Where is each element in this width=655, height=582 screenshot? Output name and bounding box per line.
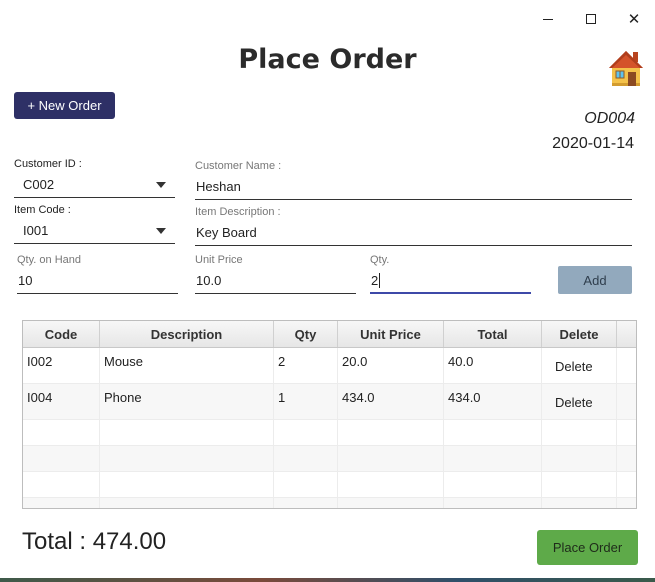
delete-row-button[interactable]: Delete <box>542 384 617 419</box>
customer-name-field[interactable]: Heshan <box>195 174 632 200</box>
customer-id-group: Customer ID : C002 <box>14 158 175 198</box>
column-header-code[interactable]: Code <box>23 321 100 347</box>
empty-table-row <box>23 472 636 498</box>
cell-code: I002 <box>23 348 100 383</box>
desktop-background-strip <box>0 578 655 582</box>
qty-on-hand-group: Qty. on Hand 10 <box>17 254 178 294</box>
place-order-button[interactable]: Place Order <box>537 530 638 565</box>
cell-description: Mouse <box>100 348 274 383</box>
item-code-value: I001 <box>23 223 49 238</box>
cell-total: 434.0 <box>444 384 542 419</box>
column-header-unit-price[interactable]: Unit Price <box>338 321 444 347</box>
new-order-button[interactable]: + New Order <box>14 92 115 119</box>
empty-table-row <box>23 446 636 472</box>
item-description-field[interactable]: Key Board <box>195 220 632 246</box>
qty-input[interactable]: 2 <box>370 268 531 294</box>
maximize-button[interactable] <box>576 8 606 30</box>
column-header-filler <box>617 321 636 347</box>
qty-on-hand-field[interactable]: 10 <box>17 268 178 294</box>
column-header-description[interactable]: Description <box>100 321 274 347</box>
house-icon[interactable] <box>607 48 645 88</box>
maximize-icon <box>586 14 596 24</box>
customer-name-value: Heshan <box>196 179 241 194</box>
page-title: Place Order <box>238 44 417 75</box>
item-code-label: Item Code : <box>14 204 71 216</box>
close-icon: ✕ <box>627 9 641 28</box>
qty-on-hand-label: Qty. on Hand <box>17 254 81 266</box>
unit-price-value: 10.0 <box>196 273 222 288</box>
unit-price-label: Unit Price <box>195 254 243 266</box>
customer-id-label: Customer ID : <box>14 158 82 170</box>
close-button[interactable]: ✕ <box>619 8 649 30</box>
order-date: 2020-01-14 <box>552 135 634 152</box>
place-order-window: ✕ Place Order + New Order OD004 2020-01-… <box>0 0 655 579</box>
table-row[interactable]: I004 Phone 1 434.0 434.0 Delete <box>23 384 636 420</box>
cell-qty: 2 <box>274 348 338 383</box>
item-code-group: Item Code : I001 <box>14 204 175 244</box>
cell-unit-price: 20.0 <box>338 348 444 383</box>
chevron-down-icon <box>156 182 166 188</box>
cell-qty: 1 <box>274 384 338 419</box>
customer-id-combo[interactable]: C002 <box>14 172 175 198</box>
customer-name-group: Customer Name : Heshan <box>195 160 632 200</box>
add-button[interactable]: Add <box>558 266 632 294</box>
empty-table-row <box>23 498 636 508</box>
text-caret <box>379 272 381 288</box>
cell-filler <box>617 384 636 419</box>
order-items-table: Code Description Qty Unit Price Total De… <box>22 320 637 509</box>
column-header-qty[interactable]: Qty <box>274 321 338 347</box>
cell-code: I004 <box>23 384 100 419</box>
table-row[interactable]: I002 Mouse 2 20.0 40.0 Delete <box>23 348 636 384</box>
qty-group: Qty. 2 <box>370 254 531 294</box>
unit-price-field[interactable]: 10.0 <box>195 268 356 294</box>
order-total: Total : 474.00 <box>22 528 167 555</box>
item-description-group: Item Description : Key Board <box>195 206 632 246</box>
unit-price-group: Unit Price 10.0 <box>195 254 356 294</box>
minimize-icon <box>543 18 553 20</box>
customer-id-value: C002 <box>23 177 55 192</box>
item-code-combo[interactable]: I001 <box>14 218 175 244</box>
cell-filler <box>617 348 636 383</box>
item-description-label: Item Description : <box>195 206 281 218</box>
cell-description: Phone <box>100 384 274 419</box>
chevron-down-icon <box>156 228 166 234</box>
column-header-total[interactable]: Total <box>444 321 542 347</box>
minimize-button[interactable] <box>533 8 563 30</box>
table-header: Code Description Qty Unit Price Total De… <box>23 321 636 348</box>
empty-table-row <box>23 420 636 446</box>
order-id: OD004 <box>584 110 635 127</box>
column-header-delete[interactable]: Delete <box>542 321 617 347</box>
qty-label: Qty. <box>370 254 390 266</box>
customer-name-label: Customer Name : <box>195 160 282 172</box>
qty-value: 2 <box>371 272 379 288</box>
qty-on-hand-value: 10 <box>18 273 33 288</box>
delete-row-button[interactable]: Delete <box>542 348 617 383</box>
item-description-value: Key Board <box>196 225 257 240</box>
cell-unit-price: 434.0 <box>338 384 444 419</box>
cell-total: 40.0 <box>444 348 542 383</box>
